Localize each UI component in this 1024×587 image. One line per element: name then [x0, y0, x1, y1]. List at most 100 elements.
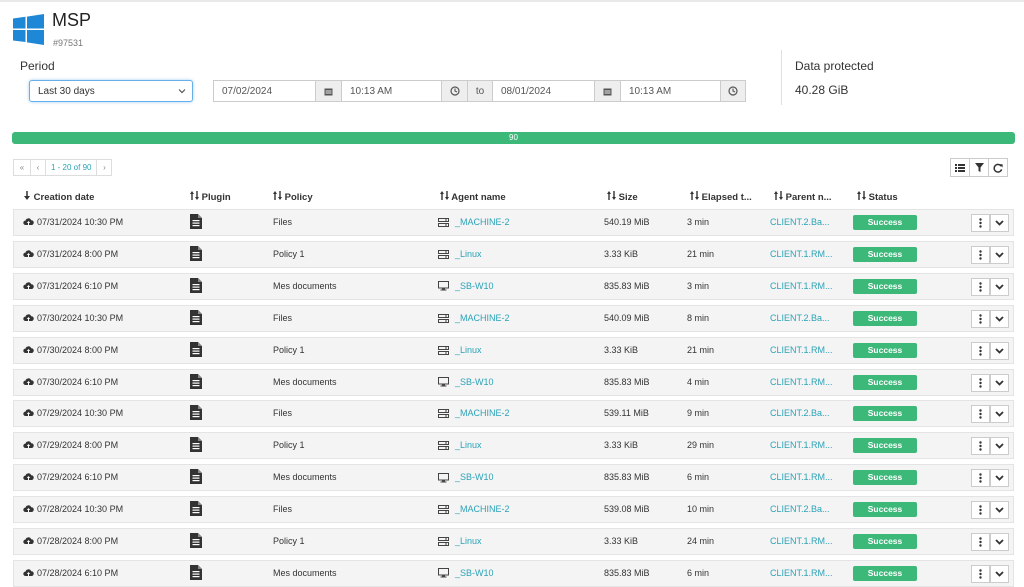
parent-name-link[interactable]: CLIENT.1.RM...: [770, 338, 833, 363]
agent-name-link[interactable]: _MACHINE-2: [438, 306, 510, 331]
progress-bar: 90: [12, 132, 1015, 144]
file-icon: [190, 437, 202, 455]
row-menu-button[interactable]: [971, 437, 990, 456]
parent-name-link[interactable]: CLIENT.1.RM...: [770, 433, 833, 458]
parent-name-link[interactable]: CLIENT.1.RM...: [770, 561, 833, 586]
parent-name-link[interactable]: CLIENT.1.RM...: [770, 274, 833, 299]
agent-name-link[interactable]: _Linux: [438, 433, 482, 458]
file-icon: [190, 501, 202, 519]
agent-name-link[interactable]: _Linux: [438, 338, 482, 363]
row-expand-button[interactable]: [990, 437, 1009, 456]
status-badge: Success: [853, 310, 917, 326]
kebab-menu-icon: [979, 282, 982, 292]
table-row[interactable]: 07/28/2024 6:10 PM Mes documents _SB-W10 83…: [13, 559, 1014, 587]
calendar-icon[interactable]: [594, 80, 621, 102]
table-row[interactable]: 07/30/2024 8:00 PM Policy 1 _Linux 3.33 KiB…: [13, 336, 1014, 364]
parent-name-link[interactable]: CLIENT.2.Ba...: [770, 497, 830, 522]
row-expand-button[interactable]: [990, 501, 1009, 520]
table-row[interactable]: 07/29/2024 10:30 PM Files _MACHINE-2 539.11…: [13, 400, 1014, 428]
calendar-icon[interactable]: [315, 80, 342, 102]
agent-name-link[interactable]: _SB-W10: [438, 561, 494, 586]
table-row[interactable]: 07/31/2024 6:10 PM Mes documents _SB-W10 83…: [13, 272, 1014, 300]
column-header-policy[interactable]: Policy: [273, 191, 313, 203]
parent-name-link[interactable]: CLIENT.2.Ba...: [770, 210, 830, 235]
column-header-agent-name[interactable]: Agent name: [440, 191, 506, 203]
chevron-down-icon: [995, 539, 1004, 545]
parent-name-link[interactable]: CLIENT.1.RM...: [770, 529, 833, 554]
column-header-plugin[interactable]: Plugin: [190, 191, 231, 203]
file-icon: [190, 214, 202, 232]
data-protected-label: Data protected: [795, 59, 874, 73]
refresh-icon[interactable]: [988, 158, 1008, 177]
row-menu-button[interactable]: [971, 469, 990, 488]
creation-date-cell: 07/30/2024 8:00 PM: [23, 338, 118, 363]
from-time-input[interactable]: 10:13 AM: [341, 80, 442, 102]
row-menu-button[interactable]: [971, 341, 990, 360]
period-select-value: Last 30 days: [38, 86, 95, 97]
row-expand-button[interactable]: [990, 309, 1009, 328]
column-header-elapsed-time[interactable]: Elapsed t...: [690, 191, 752, 203]
server-icon: [438, 409, 455, 419]
table-row[interactable]: 07/30/2024 10:30 PM Files _MACHINE-2 540.09…: [13, 304, 1014, 332]
agent-name-link[interactable]: _Linux: [438, 242, 482, 267]
parent-name-link[interactable]: CLIENT.1.RM...: [770, 370, 833, 395]
row-menu-button[interactable]: [971, 214, 990, 232]
column-header-parent-name[interactable]: Parent n...: [774, 191, 832, 203]
agent-name-link[interactable]: _SB-W10: [438, 274, 494, 299]
row-menu-button[interactable]: [971, 533, 990, 551]
next-page-button[interactable]: ›: [96, 159, 113, 176]
column-header-status[interactable]: Status: [857, 191, 898, 203]
kebab-menu-icon: [979, 441, 982, 451]
table-row[interactable]: 07/31/2024 8:00 PM Policy 1 _Linux 3.33 KiB…: [13, 240, 1014, 268]
to-time-input[interactable]: 10:13 AM: [620, 80, 721, 102]
to-date-input[interactable]: 08/01/2024: [492, 80, 595, 102]
from-date-input[interactable]: 07/02/2024: [213, 80, 316, 102]
row-menu-button[interactable]: [971, 309, 990, 328]
agent-name-link[interactable]: _MACHINE-2: [438, 401, 510, 426]
period-select[interactable]: Last 30 days: [29, 80, 193, 102]
kebab-menu-icon: [979, 505, 982, 515]
row-menu-button[interactable]: [971, 501, 990, 520]
table-row[interactable]: 07/29/2024 8:00 PM Policy 1 _Linux 3.33 KiB…: [13, 432, 1014, 460]
row-expand-button[interactable]: [990, 373, 1009, 392]
row-menu-button[interactable]: [971, 245, 990, 264]
clock-icon[interactable]: [720, 80, 746, 102]
table-row[interactable]: 07/28/2024 10:30 PM Files _MACHINE-2 539.08…: [13, 496, 1014, 524]
clock-icon[interactable]: [441, 80, 468, 102]
row-menu-button[interactable]: [971, 373, 990, 392]
agent-name-link[interactable]: _MACHINE-2: [438, 497, 510, 522]
agent-name-link[interactable]: _SB-W10: [438, 465, 494, 490]
parent-name-link[interactable]: CLIENT.2.Ba...: [770, 306, 830, 331]
agent-name-link[interactable]: _SB-W10: [438, 370, 494, 395]
row-expand-button[interactable]: [990, 214, 1009, 232]
row-expand-button[interactable]: [990, 564, 1009, 583]
agent-name-link[interactable]: _MACHINE-2: [438, 210, 510, 235]
policy-cell: Files: [273, 504, 293, 515]
table-row[interactable]: 07/29/2024 6:10 PM Mes documents _SB-W10 83…: [13, 464, 1014, 492]
column-header-creation-date[interactable]: Creation date: [23, 191, 94, 203]
column-header-size[interactable]: Size: [607, 191, 638, 203]
prev-page-button[interactable]: ‹: [30, 159, 46, 176]
filter-icon[interactable]: [969, 158, 989, 177]
parent-name-link[interactable]: CLIENT.2.Ba...: [770, 401, 830, 426]
table-row[interactable]: 07/31/2024 10:30 PM Files _MACHINE-2 540.19…: [13, 209, 1014, 236]
list-view-icon[interactable]: [950, 158, 970, 177]
parent-name-link[interactable]: CLIENT.1.RM...: [770, 465, 833, 490]
row-expand-button[interactable]: [990, 277, 1009, 296]
row-expand-button[interactable]: [990, 469, 1009, 488]
table-row[interactable]: 07/28/2024 8:00 PM Policy 1 _Linux 3.33 KiB…: [13, 528, 1014, 555]
row-expand-button[interactable]: [990, 533, 1009, 551]
first-page-button[interactable]: «: [13, 159, 31, 176]
size-cell: 835.83 MiB: [604, 567, 650, 578]
row-expand-button[interactable]: [990, 405, 1009, 424]
row-expand-button[interactable]: [990, 245, 1009, 264]
row-menu-button[interactable]: [971, 405, 990, 424]
row-expand-button[interactable]: [990, 341, 1009, 360]
parent-name-link[interactable]: CLIENT.1.RM...: [770, 242, 833, 267]
agent-name-link[interactable]: _Linux: [438, 529, 482, 554]
row-menu-button[interactable]: [971, 564, 990, 583]
row-menu-button[interactable]: [971, 277, 990, 296]
table-row[interactable]: 07/30/2024 6:10 PM Mes documents _SB-W10 83…: [13, 368, 1014, 396]
policy-cell: Policy 1: [273, 440, 305, 451]
chevron-down-icon: [995, 347, 1004, 354]
